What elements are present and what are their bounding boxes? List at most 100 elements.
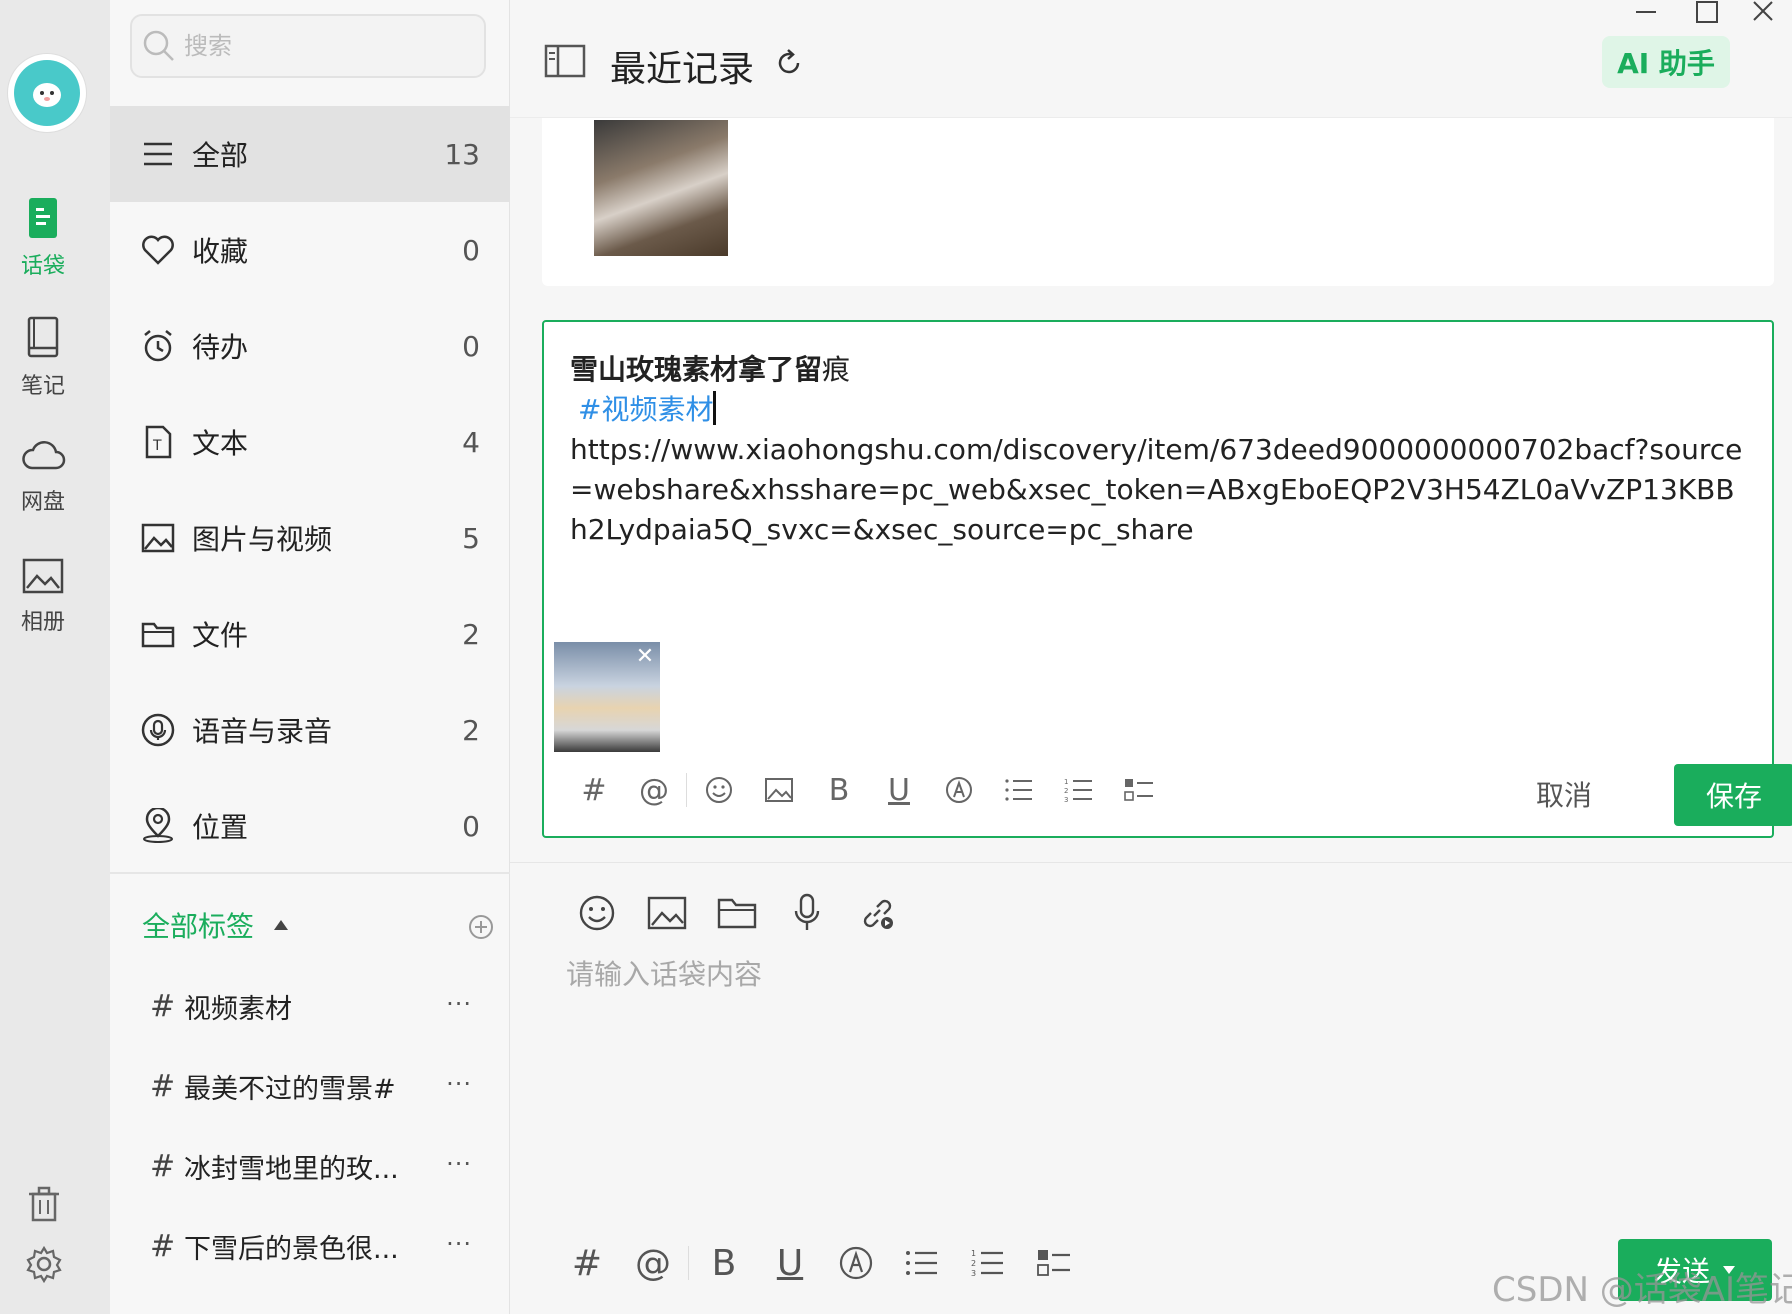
- add-tag-icon[interactable]: [468, 914, 494, 940]
- svg-text:2: 2: [971, 1259, 976, 1268]
- compose-attach-bar: [562, 883, 912, 943]
- editor-tag-link[interactable]: #视频素材: [578, 393, 713, 426]
- search-input[interactable]: [184, 32, 464, 60]
- location-icon: [140, 808, 176, 844]
- ai-assistant-button[interactable]: AI 助手: [1602, 36, 1730, 88]
- folder-icon[interactable]: [702, 883, 772, 943]
- more-icon[interactable]: ···: [446, 1150, 472, 1178]
- tags-header-label: 全部标签: [142, 910, 255, 943]
- category-favorites[interactable]: 收藏 0: [110, 202, 510, 298]
- category-count: 5: [462, 521, 480, 555]
- category-location[interactable]: 位置 0: [110, 778, 510, 874]
- category-voice[interactable]: 语音与录音 2: [110, 682, 510, 778]
- text-caret: [713, 391, 717, 425]
- record-editor[interactable]: 雪山玫瑰素材拿了留痕 #视频素材 https://www.xiaohongshu…: [542, 320, 1792, 838]
- settings-icon[interactable]: [24, 1244, 64, 1284]
- image-icon: [140, 520, 176, 556]
- editor-url: https://www.xiaohongshu.com/discovery/it…: [570, 433, 1743, 546]
- sidebar-toggle-icon[interactable]: [544, 44, 586, 78]
- rail-item-cloud[interactable]: 网盘: [0, 436, 86, 516]
- toolbar-divider: [688, 1246, 689, 1280]
- compose-input[interactable]: [566, 953, 1716, 1213]
- rail-item-notes[interactable]: 笔记: [0, 316, 86, 400]
- trash-icon[interactable]: [24, 1184, 64, 1224]
- attached-image-thumbnail[interactable]: ✕: [554, 642, 660, 752]
- rail-label-notes: 笔记: [20, 374, 65, 399]
- svg-text:1: 1: [971, 1249, 976, 1258]
- previous-record-card[interactable]: [542, 118, 1774, 286]
- category-label: 待办: [192, 331, 249, 364]
- mention-tool[interactable]: @: [620, 1238, 686, 1288]
- svg-text:T: T: [152, 438, 162, 454]
- image-icon[interactable]: [632, 883, 702, 943]
- send-label: 发送: [1653, 1255, 1710, 1288]
- album-icon: [22, 558, 64, 594]
- hashtag-tool[interactable]: #: [554, 1238, 620, 1288]
- microphone-icon: [140, 712, 176, 748]
- search-box[interactable]: [130, 14, 486, 78]
- cloud-icon: [22, 441, 66, 470]
- svg-text:3: 3: [971, 1269, 976, 1278]
- underline-tool[interactable]: U: [869, 765, 929, 815]
- tag-item[interactable]: # 最美不过的雪景# ···: [110, 1050, 510, 1122]
- emoji-icon[interactable]: [689, 765, 749, 815]
- category-text[interactable]: T 文本 4: [110, 394, 510, 490]
- seal-avatar-icon: [14, 60, 80, 126]
- bullet-list-icon[interactable]: [989, 765, 1049, 815]
- category-files[interactable]: 文件 2: [110, 586, 510, 682]
- more-icon[interactable]: ···: [446, 1230, 472, 1258]
- svg-text:3: 3: [1064, 796, 1068, 803]
- rail-item-notebag[interactable]: 话袋: [0, 196, 86, 280]
- underline-tool[interactable]: U: [757, 1238, 823, 1288]
- tag-item[interactable]: # 下雪后的景色很... ···: [110, 1210, 510, 1282]
- category-images-videos[interactable]: 图片与视频 5: [110, 490, 510, 586]
- close-window-icon[interactable]: [1744, 0, 1784, 28]
- category-todo[interactable]: 待办 0: [110, 298, 510, 394]
- more-icon[interactable]: ···: [446, 990, 472, 1018]
- avatar[interactable]: [8, 54, 86, 132]
- save-button[interactable]: 保存: [1674, 764, 1792, 826]
- category-label: 语音与录音: [192, 715, 333, 748]
- numbered-list-icon[interactable]: 123: [1049, 765, 1109, 815]
- category-count: 13: [444, 137, 480, 171]
- record-photo[interactable]: [594, 120, 728, 256]
- hashtag-tool[interactable]: #: [564, 765, 624, 815]
- main-header: 最近记录 AI 助手: [510, 0, 1792, 118]
- main-area: 最近记录 AI 助手 雪山玫瑰素材拿了留痕 #视频素材 https://www.…: [510, 0, 1792, 1314]
- tags-header[interactable]: 全部标签: [142, 905, 290, 945]
- tag-item[interactable]: # 冰封雪地里的玫... ···: [110, 1130, 510, 1202]
- svg-text:2: 2: [1064, 787, 1068, 795]
- refresh-icon[interactable]: [774, 48, 804, 78]
- tag-item[interactable]: # 视频素材 ···: [110, 970, 510, 1042]
- checklist-icon[interactable]: [1021, 1238, 1087, 1288]
- insert-image-icon[interactable]: [749, 765, 809, 815]
- highlight-icon[interactable]: [929, 765, 989, 815]
- send-button[interactable]: 发送: [1618, 1239, 1772, 1301]
- editor-content[interactable]: 雪山玫瑰素材拿了留痕 #视频素材 https://www.xiaohongshu…: [570, 350, 1750, 550]
- panel-divider: [110, 872, 510, 874]
- more-icon[interactable]: ···: [446, 1070, 472, 1098]
- category-all[interactable]: 全部 13: [110, 106, 510, 202]
- category-count: 0: [462, 329, 480, 363]
- link-icon[interactable]: [842, 883, 912, 943]
- minimize-icon[interactable]: [1626, 0, 1666, 28]
- bold-tool[interactable]: B: [809, 765, 869, 815]
- category-count: 4: [462, 425, 480, 459]
- numbered-list-icon[interactable]: 123: [955, 1238, 1021, 1288]
- maximize-icon[interactable]: [1686, 0, 1726, 28]
- bullet-list-icon[interactable]: [889, 1238, 955, 1288]
- mention-tool[interactable]: @: [624, 765, 684, 815]
- rail-item-album[interactable]: 相册: [0, 556, 86, 636]
- emoji-icon[interactable]: [562, 883, 632, 943]
- toolbar-divider: [686, 773, 687, 807]
- category-panel: 全部 13 收藏 0 待办 0 T 文本 4 图片与视频 5 文件 2 语音与录…: [110, 0, 510, 1314]
- svg-text:1: 1: [1064, 778, 1068, 786]
- highlight-icon[interactable]: [823, 1238, 889, 1288]
- bold-tool[interactable]: B: [691, 1238, 757, 1288]
- rail-label-album: 相册: [20, 610, 65, 635]
- microphone-icon[interactable]: [772, 883, 842, 943]
- cancel-button[interactable]: 取消: [1536, 774, 1592, 814]
- remove-attachment-icon[interactable]: ✕: [634, 646, 656, 668]
- search-icon: [143, 30, 174, 61]
- checklist-icon[interactable]: [1109, 765, 1169, 815]
